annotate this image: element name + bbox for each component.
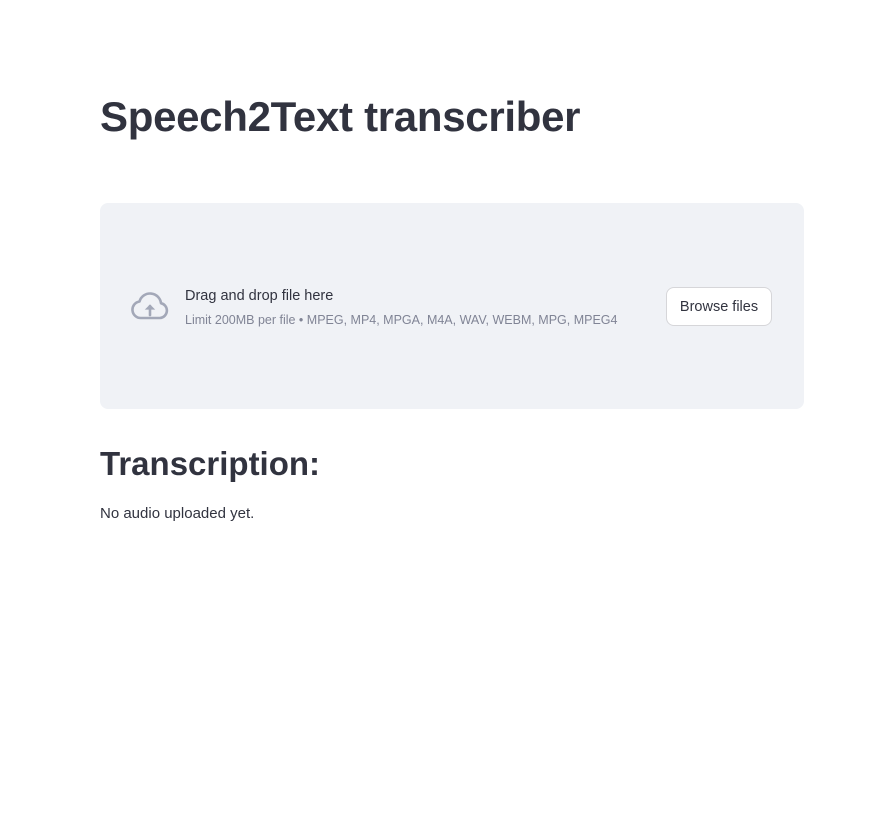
app-page: Speech2Text transcriber Drag and drop fi… xyxy=(0,0,890,837)
transcription-status: No audio uploaded yet. xyxy=(100,505,255,522)
transcription-heading: Transcription: xyxy=(100,445,321,482)
file-limit-text: Limit 200MB per file • MPEG, MP4, MPGA, … xyxy=(185,313,618,327)
cloud-upload-icon xyxy=(131,291,169,321)
dropzone-instructions: Drag and drop file here Limit 200MB per … xyxy=(185,287,617,328)
file-dropzone[interactable]: Drag and drop file here Limit 200MB per … xyxy=(100,203,804,409)
page-title: Speech2Text transcriber xyxy=(100,93,581,140)
browse-files-button[interactable]: Browse files xyxy=(666,287,772,326)
drop-label: Drag and drop file here xyxy=(185,288,334,304)
